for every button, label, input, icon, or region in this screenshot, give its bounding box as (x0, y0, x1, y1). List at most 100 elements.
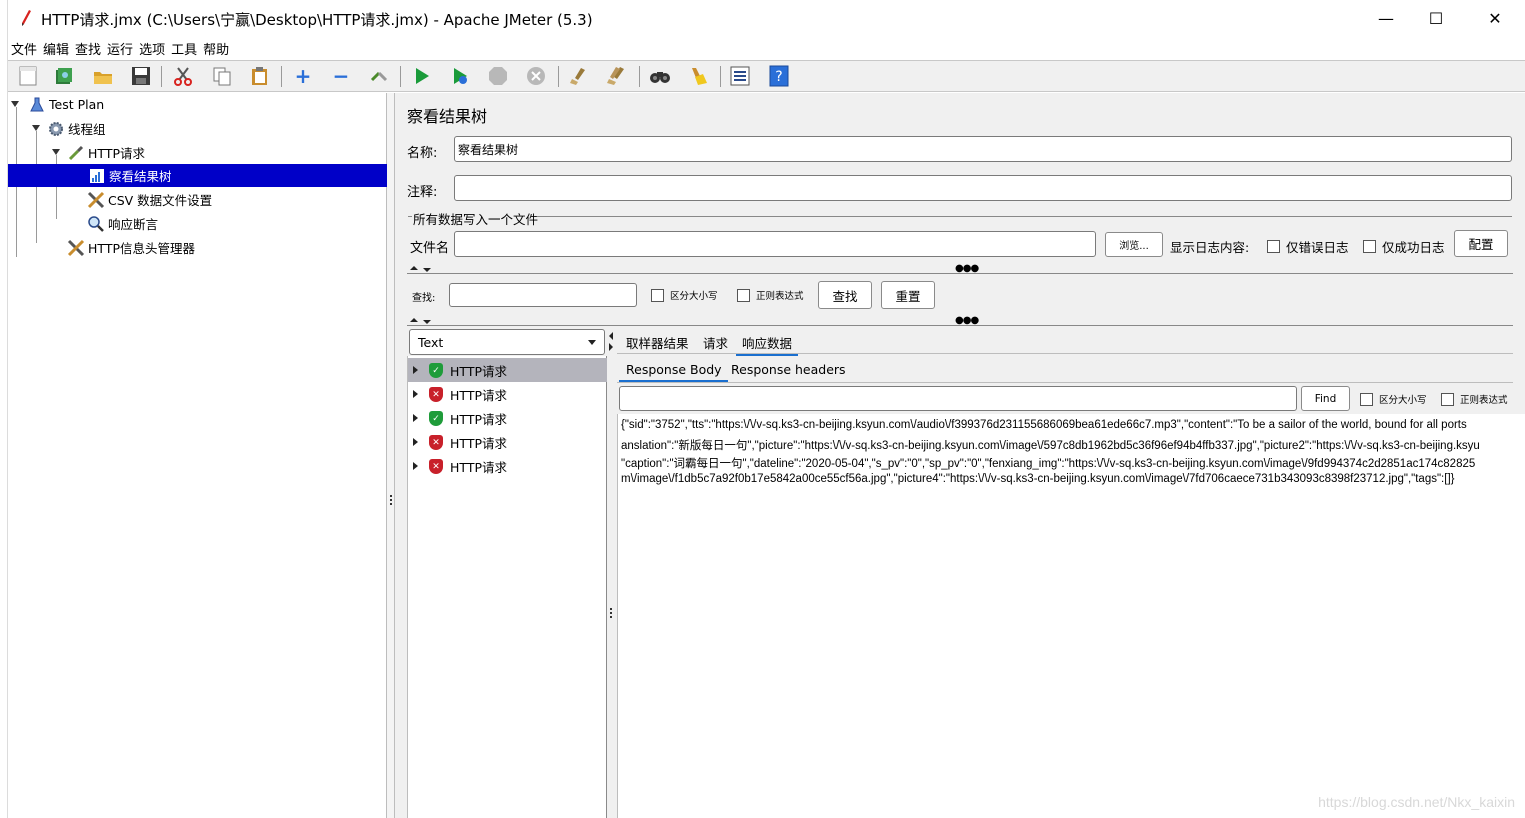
response-body-text[interactable]: {"sid":"3752","tts":"https:\/\/v-sq.ks3-… (617, 414, 1525, 818)
toggle-icon[interactable] (368, 65, 390, 87)
tab-request[interactable]: 请求 (703, 333, 728, 352)
save-icon[interactable] (130, 65, 152, 87)
divider-grip[interactable]: ●●● (955, 264, 979, 274)
paste-icon[interactable] (249, 65, 271, 87)
shutdown-icon[interactable] (525, 65, 547, 87)
start-icon[interactable] (411, 65, 433, 87)
function-helper-icon[interactable] (729, 65, 751, 87)
result-item[interactable]: ✕ HTTP请求 (408, 454, 608, 478)
success-only-label: 仅成功日志 (1382, 240, 1445, 255)
close-icon: ✕ (1488, 9, 1502, 28)
errors-only-checkbox[interactable]: 仅错误日志 (1267, 237, 1349, 256)
result-item[interactable]: ✓ HTTP请求 (408, 358, 608, 382)
tree-item-label: HTTP请求 (88, 146, 145, 161)
collapse-icon[interactable]: − (330, 64, 352, 88)
name-field[interactable]: 察看结果树 (454, 136, 1512, 162)
menu-run[interactable]: 运行 (107, 39, 137, 58)
new-icon[interactable] (17, 65, 39, 87)
result-item[interactable]: ✓ HTTP请求 (408, 406, 608, 430)
menu-file[interactable]: 文件 (11, 39, 41, 58)
close-button[interactable]: ✕ (1466, 0, 1524, 37)
expand-arrow-icon[interactable] (413, 390, 418, 398)
browse-button[interactable]: 浏览... (1105, 232, 1163, 257)
cut-icon[interactable] (172, 65, 194, 87)
stop-icon[interactable] (487, 65, 509, 87)
maximize-button[interactable]: ☐ (1407, 0, 1465, 37)
menu-options[interactable]: 选项 (139, 39, 169, 58)
group-border (408, 216, 412, 217)
response-body-line: "caption":"词霸每日一句","dateline":"2020-05-0… (621, 458, 1476, 470)
templates-icon[interactable] (53, 65, 75, 87)
menu-bar: 文件 编辑 查找 运行 选项 工具 帮助 (8, 37, 1525, 60)
tab-response-body[interactable]: Response Body (619, 362, 728, 382)
regex-checkbox[interactable]: 正则表达式 (737, 288, 804, 302)
response-regex-checkbox[interactable]: 正则表达式 (1441, 392, 1508, 406)
toolbar-separator (720, 66, 721, 87)
renderer-select[interactable]: Text (409, 329, 605, 355)
result-item[interactable]: ✕ HTTP请求 (408, 382, 608, 406)
menu-edit[interactable]: 编辑 (43, 39, 73, 58)
collapse-up-icon[interactable] (410, 266, 418, 270)
response-find-button[interactable]: Find (1301, 386, 1350, 411)
tree-item-test-plan[interactable]: Test Plan (28, 93, 104, 116)
renderer-value: Text (418, 334, 444, 350)
reset-search-icon[interactable] (687, 65, 709, 87)
help-icon[interactable]: ? (768, 65, 790, 87)
tree-item-response-assertion[interactable]: 响应断言 (87, 212, 158, 235)
splitter-grip (390, 503, 392, 505)
collapse-up-icon[interactable] (410, 318, 418, 322)
expand-arrow-icon[interactable] (413, 366, 418, 374)
expand-arrow-icon[interactable] (413, 438, 418, 446)
collapse-left-icon[interactable] (609, 332, 613, 340)
tab-sampler-result[interactable]: 取样器结果 (626, 333, 689, 352)
clear-all-icon[interactable] (606, 65, 628, 87)
find-button[interactable]: 查找 (818, 281, 872, 309)
success-only-checkbox[interactable]: 仅成功日志 (1363, 237, 1445, 256)
menu-tools[interactable]: 工具 (171, 39, 201, 58)
response-search-field[interactable] (619, 386, 1297, 411)
tree-item-label: 察看结果树 (109, 169, 172, 184)
start-no-pause-icon[interactable] (449, 65, 471, 87)
detail-splitter[interactable] (607, 326, 616, 818)
tree-item-header-manager[interactable]: HTTP信息头管理器 (67, 236, 195, 259)
test-plan-icon (28, 96, 46, 114)
main-splitter[interactable] (387, 93, 395, 818)
clear-icon[interactable] (568, 65, 590, 87)
tab-divider (617, 382, 1513, 383)
expand-toggle-icon[interactable] (32, 125, 40, 131)
tab-response-headers[interactable]: Response headers (731, 362, 846, 377)
copy-icon[interactable] (211, 65, 233, 87)
collapse-down-icon[interactable] (423, 320, 431, 324)
reset-button[interactable]: 重置 (881, 281, 935, 309)
expand-arrow-icon[interactable] (413, 414, 418, 422)
tree-item-csv-data-set[interactable]: CSV 数据文件设置 (87, 188, 212, 211)
collapse-down-icon[interactable] (423, 268, 431, 272)
open-icon[interactable] (92, 65, 114, 87)
expand-icon[interactable]: + (292, 64, 314, 88)
toolbar-separator (161, 66, 162, 87)
response-case-sensitive-checkbox[interactable]: 区分大小写 (1360, 392, 1427, 406)
divider-line (407, 273, 1513, 274)
collapse-right-icon[interactable] (609, 343, 613, 351)
case-sensitive-checkbox[interactable]: 区分大小写 (651, 288, 718, 302)
svg-text:?: ? (775, 69, 782, 85)
result-item[interactable]: ✕ HTTP请求 (408, 430, 608, 454)
configure-button[interactable]: 配置 (1454, 230, 1508, 257)
tree-item-label: CSV 数据文件设置 (108, 193, 213, 208)
tree-item-thread-group[interactable]: 线程组 (47, 117, 106, 140)
tree-item-http-request[interactable]: HTTP请求 (67, 141, 145, 164)
search-field[interactable] (449, 283, 637, 307)
search-icon[interactable] (649, 65, 671, 87)
expand-arrow-icon[interactable] (413, 462, 418, 470)
expand-toggle-icon[interactable] (52, 149, 60, 155)
divider-grip[interactable]: ●●● (955, 316, 979, 326)
expand-toggle-icon[interactable] (11, 101, 19, 107)
splitter-grip (610, 612, 612, 614)
result-label: HTTP请求 (450, 411, 507, 427)
case-sensitive-label: 区分大小写 (1379, 395, 1427, 406)
tree-item-view-results-tree[interactable]: 察看结果树 (8, 164, 387, 187)
filename-field[interactable] (454, 231, 1096, 257)
menu-search[interactable]: 查找 (75, 39, 105, 58)
comment-field[interactable] (454, 175, 1512, 201)
menu-help[interactable]: 帮助 (203, 39, 233, 58)
